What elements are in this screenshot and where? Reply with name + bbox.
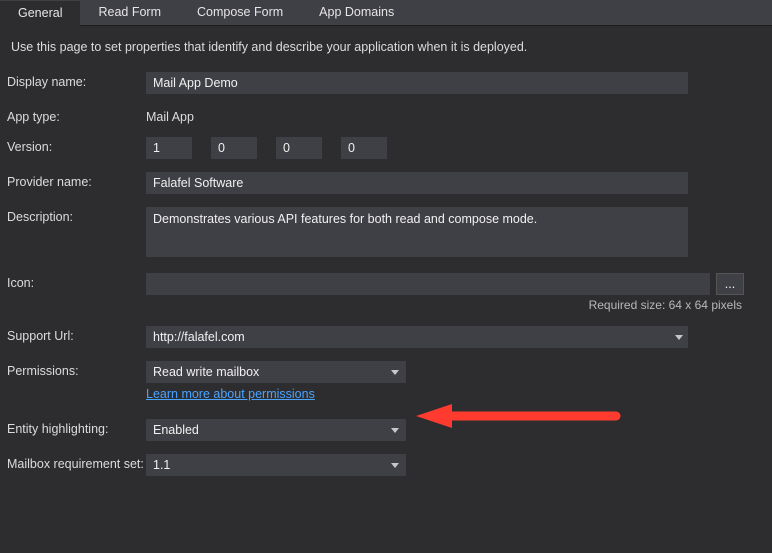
chevron-down-icon <box>675 335 683 340</box>
ellipsis-icon: ... <box>725 277 735 291</box>
label-display-name: Display name: <box>6 72 146 89</box>
version-build-input[interactable] <box>276 137 322 159</box>
support-url-combobox[interactable]: http://falafel.com <box>146 326 688 348</box>
label-support-url: Support Url: <box>6 326 146 343</box>
tab-compose-form[interactable]: Compose Form <box>179 0 301 26</box>
mailbox-requirement-value: 1.1 <box>153 458 170 472</box>
icon-size-hint: Required size: 64 x 64 pixels <box>589 298 742 312</box>
entity-highlighting-select[interactable]: Enabled <box>146 419 406 441</box>
icon-path-input[interactable] <box>146 273 710 295</box>
icon-browse-button[interactable]: ... <box>716 273 744 295</box>
chevron-down-icon <box>391 463 399 468</box>
version-major-input[interactable] <box>146 137 192 159</box>
permissions-select[interactable]: Read write mailbox <box>146 361 406 383</box>
tab-app-domains[interactable]: App Domains <box>301 0 412 26</box>
page-intro: Use this page to set properties that ide… <box>0 26 772 54</box>
permissions-value: Read write mailbox <box>153 365 259 379</box>
label-mailbox-requirement: Mailbox requirement set: <box>6 454 146 471</box>
label-description: Description: <box>6 207 146 224</box>
label-version: Version: <box>6 137 146 154</box>
support-url-value: http://falafel.com <box>153 330 245 344</box>
provider-name-input[interactable] <box>146 172 688 194</box>
version-minor-input[interactable] <box>211 137 257 159</box>
chevron-down-icon <box>391 428 399 433</box>
mailbox-requirement-select[interactable]: 1.1 <box>146 454 406 476</box>
label-icon: Icon: <box>6 273 146 290</box>
chevron-down-icon <box>391 370 399 375</box>
label-entity-highlighting: Entity highlighting: <box>6 419 146 436</box>
label-app-type: App type: <box>6 107 146 124</box>
description-input[interactable] <box>146 207 688 257</box>
tabstrip: General Read Form Compose Form App Domai… <box>0 0 772 26</box>
tab-general[interactable]: General <box>0 0 80 26</box>
tab-read-form[interactable]: Read Form <box>80 0 179 26</box>
version-revision-input[interactable] <box>341 137 387 159</box>
general-panel: General Read Form Compose Form App Domai… <box>0 0 772 553</box>
display-name-input[interactable] <box>146 72 688 94</box>
version-group <box>146 137 744 159</box>
form-area: Display name: App type: Mail App Version… <box>0 54 772 476</box>
app-type-value: Mail App <box>146 107 744 124</box>
label-provider-name: Provider name: <box>6 172 146 189</box>
entity-highlighting-value: Enabled <box>153 423 199 437</box>
label-permissions: Permissions: <box>6 361 146 378</box>
permissions-learn-more-link[interactable]: Learn more about permissions <box>146 387 744 401</box>
